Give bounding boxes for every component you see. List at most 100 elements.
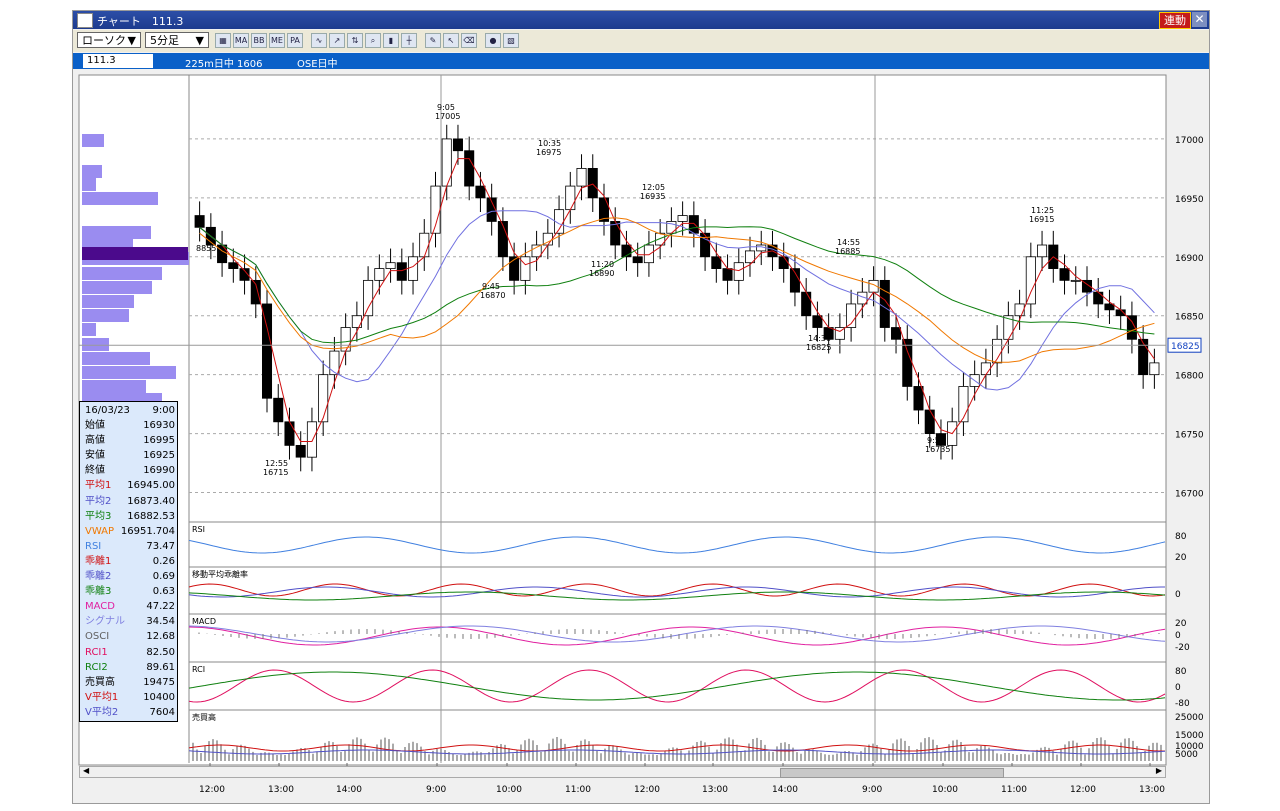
info-row-value: 10400 (143, 691, 175, 703)
time-tick-label: 12:00 (1070, 785, 1096, 795)
candle-body (273, 397, 284, 423)
annotation-price: 16885 (835, 247, 860, 256)
info-row: 乖離1 0.26 (83, 554, 175, 569)
candle-body (306, 421, 317, 458)
candle-body (913, 386, 924, 411)
candle-body (284, 421, 295, 446)
info-row: シグナル 34.54 (83, 614, 175, 629)
annotation-time: 14:55 (837, 238, 860, 247)
candle-body (408, 256, 419, 281)
info-row-value: 12.68 (146, 631, 175, 643)
info-row-label: MACD (85, 601, 115, 613)
info-row: 高値 16995 (83, 433, 175, 448)
price-tick-label: 16850 (1175, 313, 1204, 323)
price-tick-label: 16900 (1175, 254, 1204, 264)
panel-label-deviation: 移動平均乖離率 (192, 569, 248, 579)
volume-profile-bar (82, 134, 104, 147)
info-row: 終値 16990 (83, 463, 175, 478)
candle-body (363, 279, 374, 317)
candle-body (778, 256, 789, 269)
info-row-value: 0.63 (152, 586, 175, 598)
scroll-left-icon[interactable]: ◀ (83, 766, 89, 775)
info-row-value: 34.54 (146, 616, 175, 628)
info-row: RSI 73.47 (83, 539, 175, 554)
candle-body (520, 256, 531, 281)
candle-body (700, 232, 711, 258)
volume-profile-bar (82, 165, 102, 178)
info-row-value: 16930 (143, 420, 175, 431)
panel-tick-volume: 25000 (1175, 713, 1204, 723)
price-tick-label: 16750 (1175, 431, 1204, 441)
info-row-value: 7604 (149, 706, 175, 718)
scroll-right-icon[interactable]: ▶ (1156, 766, 1162, 775)
panel-tick-macd: 20 (1175, 619, 1187, 629)
info-row-value: 19475 (143, 676, 175, 688)
panel-tick-rsi: 20 (1175, 553, 1187, 563)
info-row-value: 16990 (143, 465, 175, 477)
time-tick-label: 10:00 (496, 785, 522, 795)
volume-profile-bar (82, 178, 96, 191)
chart-canvas[interactable]: 1700016950169001685016800167501670088551… (0, 0, 1280, 811)
info-row-value: 16925 (143, 450, 175, 462)
annotation-time: 9:05 (437, 103, 455, 112)
horizontal-scrollbar[interactable]: ◀ ▶ (79, 766, 1166, 778)
annotation-time: 12:55 (265, 459, 288, 468)
candle-body (1037, 244, 1048, 258)
info-row-label: 高値 (85, 435, 105, 447)
info-row-label: RCI1 (85, 646, 108, 658)
candle-body (318, 374, 329, 423)
time-tick-label: 10:00 (932, 785, 958, 795)
info-row-label: 終値 (85, 465, 105, 477)
candle-body (958, 386, 969, 423)
candle-body (711, 256, 722, 269)
current-price-label: 16825 (1171, 342, 1200, 352)
info-row: 平均2 16873.40 (83, 494, 175, 509)
info-row-label: 平均2 (85, 495, 112, 507)
candle-body (329, 350, 340, 376)
candle-body (576, 167, 587, 187)
candle-body (1070, 279, 1081, 282)
info-row-label: OSCI (85, 631, 110, 643)
panel-tick-macd: -20 (1175, 643, 1190, 653)
candle-body (587, 167, 598, 199)
candle-body (1025, 256, 1036, 305)
annotation-time: 11:20 (591, 260, 614, 269)
time-tick-label: 11:00 (1001, 785, 1027, 795)
info-date: 16/03/23 (85, 405, 130, 416)
candle-body (228, 262, 239, 269)
panel-tick-macd: 0 (1175, 631, 1181, 641)
candle-body (374, 268, 385, 281)
info-row-value: 16945.00 (127, 480, 175, 492)
volume-profile-bar (82, 352, 150, 365)
panel-label-macd: MACD (192, 617, 216, 626)
candle-body (1149, 362, 1160, 376)
candle-body (565, 185, 576, 211)
annotation-price: 17005 (435, 112, 460, 121)
candle-body (632, 256, 643, 264)
candle-body (385, 262, 396, 269)
annotation-price: 16735 (925, 445, 950, 454)
candle-body (295, 444, 306, 458)
info-row: VWAP 16951.704 (83, 524, 175, 539)
candle-body (1104, 303, 1115, 311)
volume-profile-bar (82, 309, 129, 322)
info-row: 安値 16925 (83, 448, 175, 463)
volume-profile-bar (82, 323, 96, 336)
info-row: 乖離2 0.69 (83, 569, 175, 584)
panel-label-volume: 売買高 (192, 712, 216, 722)
annotation-time: 9:55 (927, 436, 945, 445)
info-row-value: 16873.40 (127, 495, 175, 507)
candle-body (891, 327, 902, 340)
candle-body (643, 244, 654, 264)
info-row-label: RCI2 (85, 661, 108, 673)
price-tick-label: 16800 (1175, 372, 1204, 382)
info-row-label: V平均1 (85, 691, 119, 703)
scroll-thumb[interactable] (780, 768, 1004, 778)
annotation-price: 16715 (263, 468, 288, 477)
candle-body (475, 185, 486, 199)
panel-label-rsi: RSI (192, 525, 205, 534)
info-row-value: 0.26 (152, 555, 175, 567)
info-time: 9:00 (152, 405, 175, 416)
ohlc-info-panel: 16/03/23 9:00 始値 16930 高値 16995 安値 16925 終値 169… (79, 401, 178, 722)
info-row-label: シグナル (85, 616, 125, 628)
